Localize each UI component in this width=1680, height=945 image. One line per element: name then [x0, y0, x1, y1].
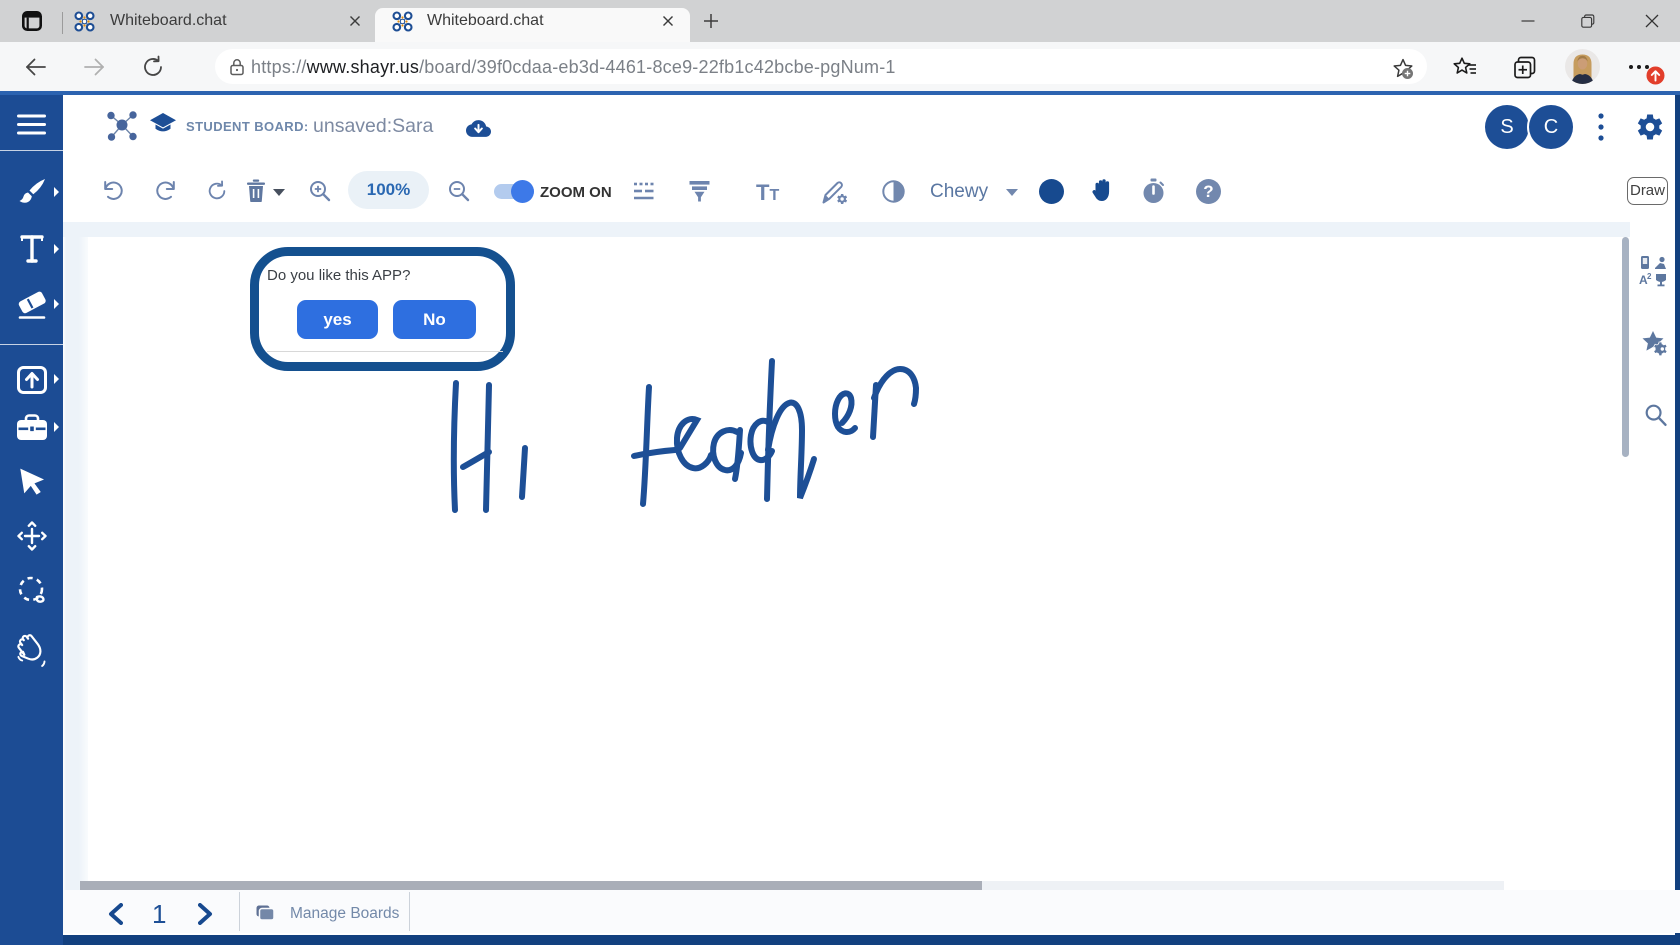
svg-text:2: 2: [1647, 272, 1652, 281]
